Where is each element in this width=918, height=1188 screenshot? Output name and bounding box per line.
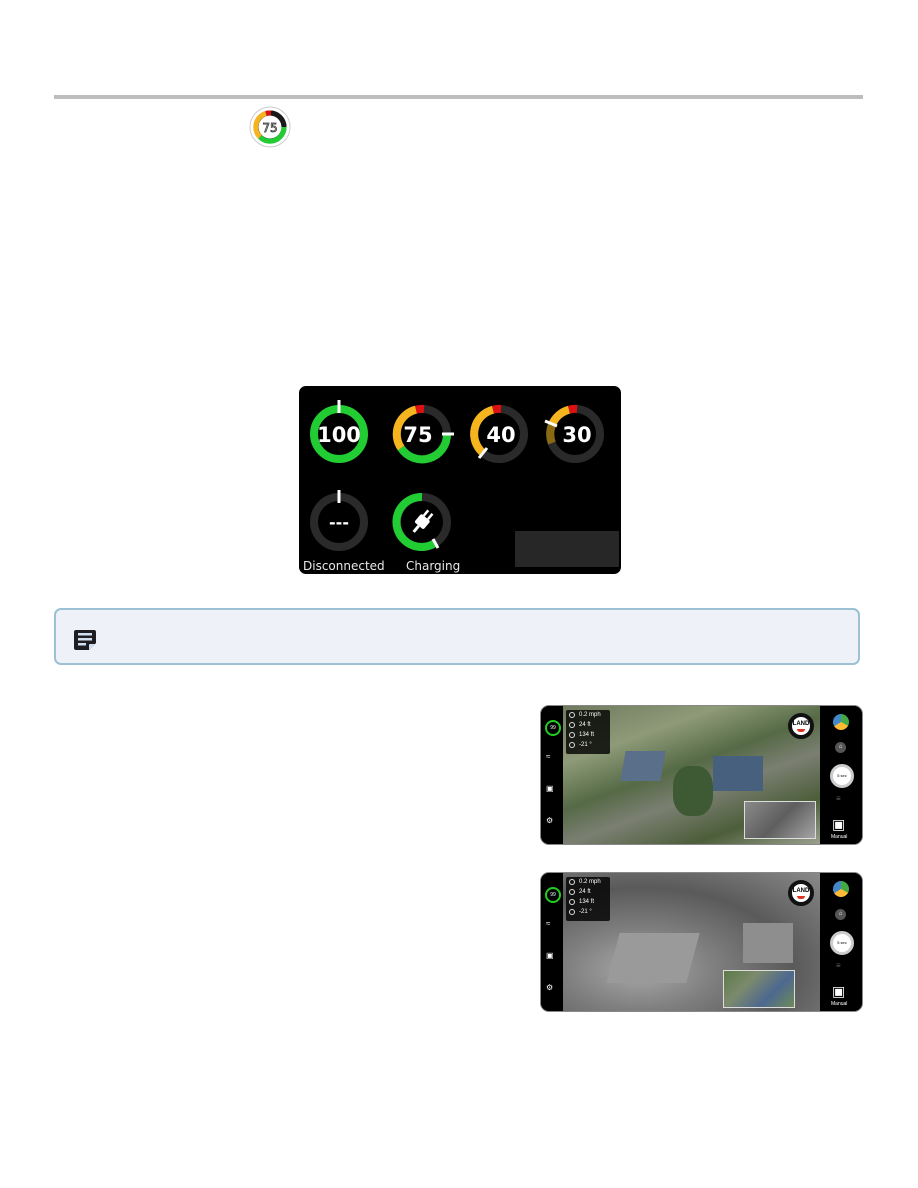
altitude-value: 134 ft: [579, 732, 595, 738]
gauge-disconnected: ---: [303, 486, 375, 558]
speed-value: 0.2 mph: [579, 712, 601, 718]
camera-icon[interactable]: ▣: [546, 784, 554, 793]
timer-button[interactable]: 5 sec: [830, 931, 854, 955]
battery-indicator[interactable]: 99: [545, 887, 561, 903]
svg-text:100: 100: [317, 423, 361, 447]
svg-text:75: 75: [403, 423, 432, 447]
note-icon: [74, 630, 96, 650]
gimbal-value: -21 °: [579, 742, 592, 748]
home-icon[interactable]: ⌂: [835, 742, 846, 753]
inline-battery-gauge: 75: [249, 106, 291, 148]
flight-screen-visual: 99 ≈ ▣ ⚙ 0.2 mph 24 ft 134 ft -21 ° LAND…: [540, 705, 863, 845]
svg-text:40: 40: [486, 423, 515, 447]
battery-gauge-panel: 100 75 40 30 --- Disconnected Charging: [299, 386, 621, 574]
svg-text:30: 30: [562, 423, 591, 447]
map-icon[interactable]: [833, 881, 849, 897]
house-roof: [713, 756, 763, 791]
battery-indicator[interactable]: 99: [545, 720, 561, 736]
control-mode-label: Manual: [831, 1001, 848, 1007]
house-roof: [606, 933, 700, 983]
flight-screen-thermal: 99 ≈ ▣ ⚙ 0.2 mph 24 ft 134 ft -21 ° LAND…: [540, 872, 863, 1012]
gauge-75: 75: [386, 398, 458, 470]
right-toolbar: ⌂ 5 sec ≡ ▣ Manual: [820, 706, 862, 844]
land-button[interactable]: LAND: [788, 880, 814, 906]
battery-gauge-icon: 75: [249, 106, 291, 148]
speed-value: 0.2 mph: [579, 879, 601, 885]
gimbal-icon: [569, 742, 575, 748]
pip-visual-view[interactable]: [723, 970, 795, 1008]
altitude-icon: [569, 732, 575, 738]
speed-icon: [569, 879, 575, 885]
home-icon[interactable]: ⌂: [835, 909, 846, 920]
house-roof: [743, 923, 793, 963]
note-box: [54, 608, 860, 665]
telemetry-panel: 0.2 mph 24 ft 134 ft -21 °: [566, 877, 610, 921]
svg-text:---: ---: [329, 513, 349, 532]
control-mode-label: Manual: [831, 834, 848, 840]
distance-value: 24 ft: [579, 722, 591, 728]
placeholder-box: [515, 531, 619, 567]
speed-icon: [569, 712, 575, 718]
gauge-label-disconnected: Disconnected: [303, 559, 385, 573]
gauge-30: 30: [539, 398, 611, 470]
controller-icon[interactable]: ▣: [832, 983, 845, 1000]
camera-icon[interactable]: ▣: [546, 951, 554, 960]
gauge-label-charging: Charging: [406, 559, 461, 573]
gimbal-icon: [569, 909, 575, 915]
tree: [673, 766, 713, 816]
left-toolbar: 99 ≈ ▣ ⚙: [541, 873, 563, 1011]
distance-value: 24 ft: [579, 889, 591, 895]
menu-icon[interactable]: ≡: [836, 794, 841, 803]
gauge-charging: [386, 486, 458, 558]
menu-icon[interactable]: ≡: [836, 961, 841, 970]
wifi-icon[interactable]: ≈: [546, 752, 550, 761]
gauge-100: 100: [303, 398, 375, 470]
distance-icon: [569, 889, 575, 895]
gimbal-value: -21 °: [579, 909, 592, 915]
controller-icon[interactable]: ▣: [832, 816, 845, 833]
plug-icon: [412, 509, 434, 533]
gauge-40: 40: [463, 398, 535, 470]
house-roof: [620, 751, 666, 781]
land-button[interactable]: LAND: [788, 713, 814, 739]
section-divider: [54, 95, 863, 99]
distance-icon: [569, 722, 575, 728]
telemetry-panel: 0.2 mph 24 ft 134 ft -21 °: [566, 710, 610, 754]
svg-text:75: 75: [262, 121, 277, 135]
timer-button[interactable]: 5 sec: [830, 764, 854, 788]
left-toolbar: 99 ≈ ▣ ⚙: [541, 706, 563, 844]
settings-icon[interactable]: ⚙: [546, 816, 553, 825]
right-toolbar: ⌂ 5 sec ≡ ▣ Manual: [820, 873, 862, 1011]
settings-icon[interactable]: ⚙: [546, 983, 553, 992]
map-icon[interactable]: [833, 714, 849, 730]
altitude-icon: [569, 899, 575, 905]
wifi-icon[interactable]: ≈: [546, 919, 550, 928]
pip-thermal-view[interactable]: [744, 801, 816, 839]
altitude-value: 134 ft: [579, 899, 595, 905]
